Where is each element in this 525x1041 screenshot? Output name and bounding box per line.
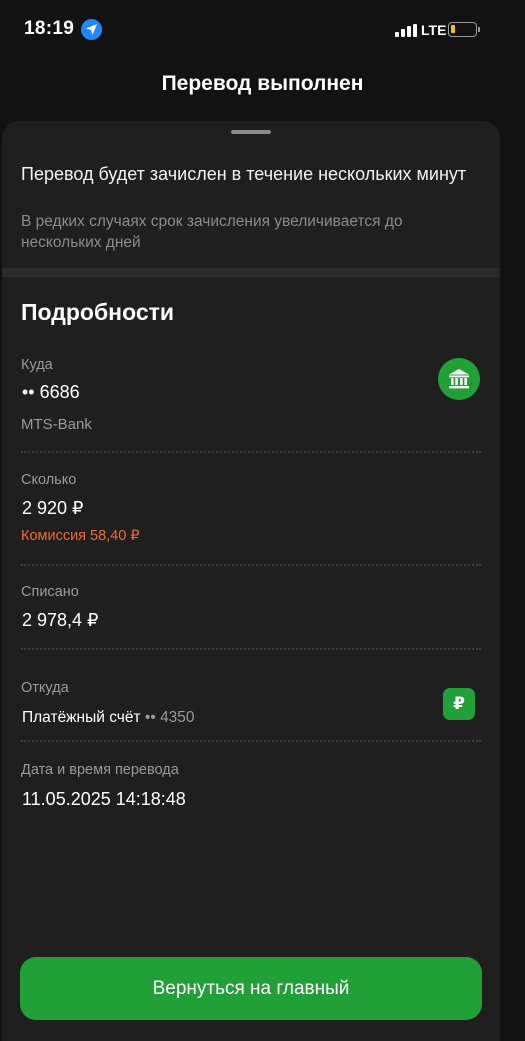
details-title: Подробности	[21, 299, 175, 325]
section-divider	[2, 268, 500, 277]
signal-icon	[395, 24, 419, 37]
status-bar: 18:19 LTE	[0, 0, 525, 60]
to-label: Куда	[21, 357, 53, 373]
notice-subtitle: В редких случаях срок зачисления увеличи…	[21, 213, 403, 251]
page-title: Перевод выполнен	[161, 72, 364, 95]
datetime-value: 11.05.2025 14:18:48	[22, 789, 186, 809]
details-sheet: Перевод будет зачислен в течение несколь…	[2, 121, 500, 1041]
row-divider	[21, 451, 481, 453]
network-type: LTE	[421, 22, 447, 38]
row-divider	[21, 648, 481, 650]
status-time: 18:19	[24, 18, 75, 39]
to-bank: MTS-Bank	[21, 416, 92, 433]
sheet-drag-handle[interactable]	[231, 130, 271, 134]
battery-icon	[448, 22, 480, 37]
row-divider	[21, 564, 481, 566]
from-label: Откуда	[21, 680, 69, 696]
debited-label: Списано	[21, 584, 79, 600]
ruble-icon: ₽	[443, 688, 475, 720]
from-account-number: •• 4350	[144, 709, 195, 726]
amount-label: Сколько	[21, 472, 77, 488]
amount-value: 2 920 ₽	[22, 498, 84, 518]
to-value: •• 6686	[22, 382, 80, 402]
bank-icon	[438, 358, 480, 400]
notice-title: Перевод будет зачислен в течение несколь…	[21, 164, 467, 184]
datetime-label: Дата и время перевода	[21, 762, 179, 778]
from-account-name: Платёжный счёт	[22, 709, 141, 726]
row-divider	[21, 740, 481, 742]
return-home-button[interactable]: Вернуться на главный	[20, 957, 482, 1020]
from-account[interactable]: Платёжный счёт •• 4350	[22, 709, 195, 727]
location-arrow-icon	[81, 19, 102, 40]
fee-text: Комиссия 58,40 ₽	[21, 528, 140, 544]
debited-value: 2 978,4 ₽	[22, 610, 99, 630]
